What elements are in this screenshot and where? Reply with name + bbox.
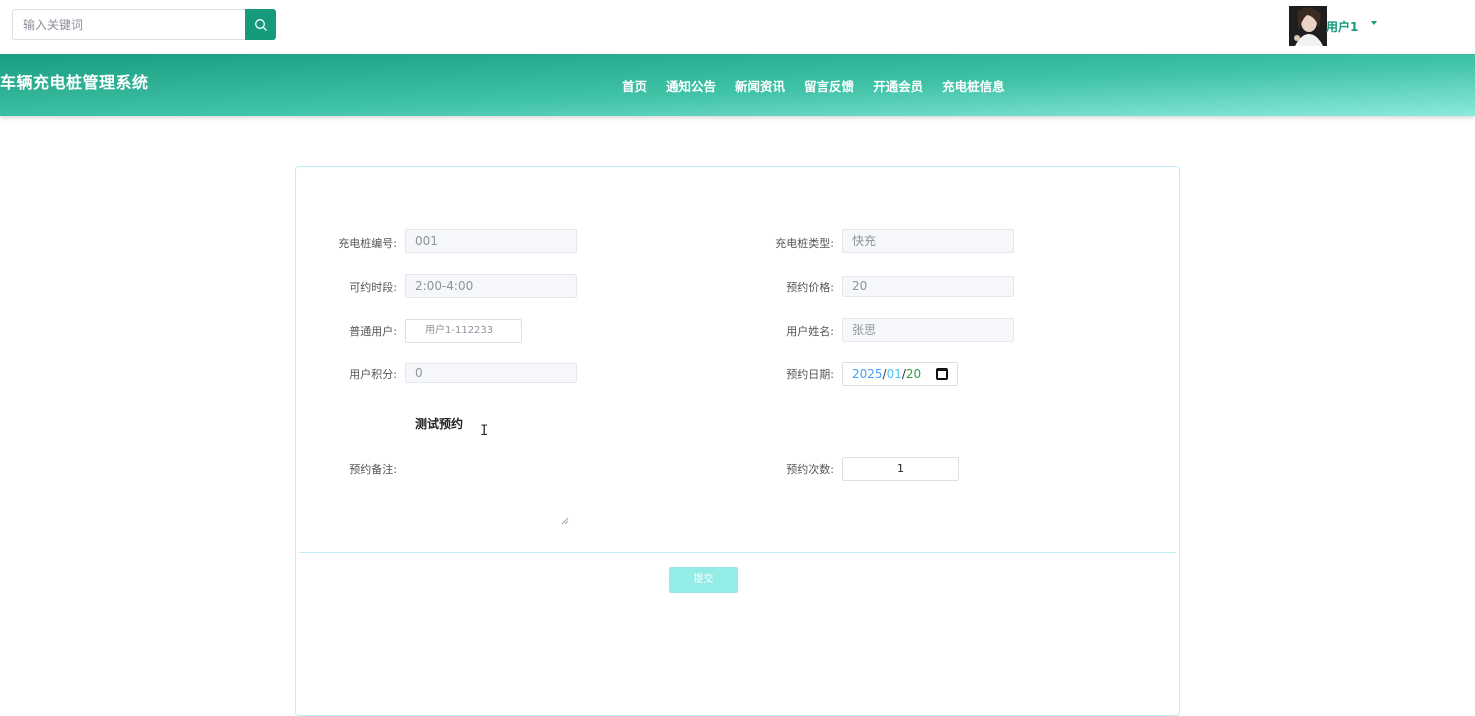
price-label: 预约价格: [786,281,834,294]
date-year[interactable]: 2025 [852,367,883,381]
date-input[interactable]: 2025/01/20 [842,362,958,386]
top-bar: 用户1 [0,0,1475,54]
pile-no-field[interactable]: 001 [405,229,577,253]
user-account-label: 普通用户: [349,325,397,338]
nav-notices[interactable]: 通知公告 [666,76,716,95]
date-label: 预约日期: [786,368,834,381]
points-label: 用户积分: [349,368,397,381]
pile-type-field[interactable]: 快充 [842,229,1014,253]
nav-membership[interactable]: 开通会员 [873,76,923,95]
nav-home[interactable]: 首页 [622,76,647,95]
chevron-down-icon[interactable] [1371,21,1377,25]
submit-button[interactable]: 提交 [669,567,738,593]
remark-textarea[interactable]: 测试预约 [415,415,463,432]
pile-type-label: 充电桩类型: [775,237,834,250]
resize-handle-icon[interactable] [561,517,569,525]
main-nav: 车辆充电桩管理系统 首页 通知公告 新闻资讯 留言反馈 开通会员 充电桩信息 [0,54,1475,116]
time-slot-label: 可约时段: [349,281,397,294]
count-label: 预约次数: [786,463,834,476]
text-cursor-icon: I [480,423,489,439]
price-field[interactable]: 20 [842,276,1014,297]
search-button[interactable] [245,9,276,40]
search-icon [254,18,267,31]
user-name-label: 用户姓名: [786,325,834,338]
remark-label: 预约备注: [349,463,397,476]
booking-form: 充电桩编号: 001 充电桩类型: 快充 可约时段: 2:00-4:00 预约价… [295,166,1180,716]
user-account-field[interactable]: 用户1-112233 [405,319,522,343]
site-title: 车辆充电桩管理系统 [0,73,149,92]
form-divider [299,552,1176,553]
nav-news[interactable]: 新闻资讯 [735,76,785,95]
user-name-field[interactable]: 张思 [842,318,1014,342]
search-input[interactable] [12,9,246,40]
time-slot-field[interactable]: 2:00-4:00 [405,274,577,298]
points-field[interactable]: 0 [405,363,577,383]
pile-no-label: 充电桩编号: [338,237,397,250]
nav-feedback[interactable]: 留言反馈 [804,76,854,95]
nav-links: 首页 通知公告 新闻资讯 留言反馈 开通会员 充电桩信息 [622,76,1024,95]
date-month[interactable]: 01 [887,367,902,381]
user-name[interactable]: 用户1 [1326,18,1358,35]
calendar-icon[interactable] [936,368,948,380]
nav-charging-piles[interactable]: 充电桩信息 [942,76,1005,95]
count-input[interactable]: 1 [842,457,959,481]
date-day[interactable]: 20 [906,367,921,381]
avatar[interactable] [1289,6,1327,46]
